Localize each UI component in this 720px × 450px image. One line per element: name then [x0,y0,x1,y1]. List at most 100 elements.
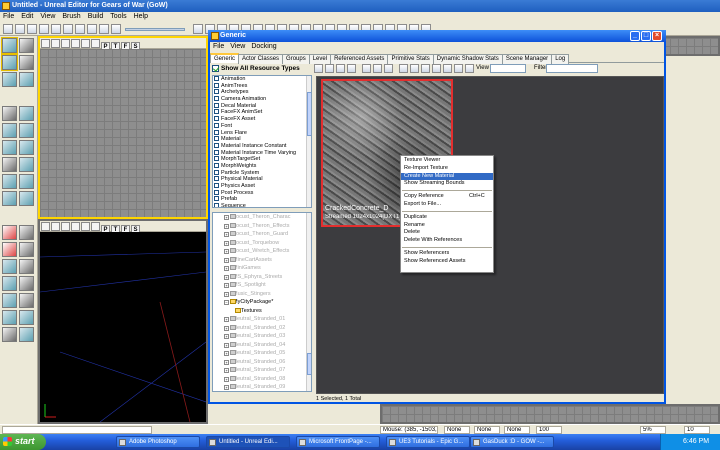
browser-toolbar-button[interactable] [410,64,419,73]
context-item-re-import-texture[interactable]: Re-Import Texture [401,165,493,173]
expand-icon[interactable]: + [224,283,229,288]
tool-button[interactable] [19,123,34,138]
browser-menu-file[interactable]: File [213,43,224,50]
package-item[interactable]: + Neutral_Stranded_04 [213,341,311,350]
resource-type-checkbox[interactable] [214,76,219,81]
resource-type-checkbox[interactable] [214,116,219,122]
resource-type-checkbox[interactable] [214,102,219,108]
viewport-option-button[interactable] [91,39,100,48]
collapse-icon[interactable]: − [224,300,229,305]
tab-dynamic-shadow-stats[interactable]: Dynamic Shadow Stats [432,54,503,64]
resource-type-checkbox[interactable] [214,142,219,148]
menu-item-brush[interactable]: Brush [62,13,80,20]
toolbar-slider[interactable] [125,28,185,31]
expand-icon[interactable]: + [224,334,229,339]
context-item-delete-with-references[interactable]: Delete With References [401,237,493,245]
context-item-duplicate[interactable]: Duplicate [401,214,493,222]
resource-type-item[interactable]: Archetypes [213,89,311,96]
expand-icon[interactable]: + [224,291,229,297]
package-item[interactable]: + Neutral_Stranded_08 [213,375,311,384]
status-field[interactable]: None [504,426,530,434]
context-item-create-new-material[interactable]: Create New Material [401,172,493,181]
status-field[interactable]: None [474,426,500,434]
expand-icon[interactable]: + [224,317,229,322]
tool-button[interactable] [19,293,34,308]
resource-type-item[interactable]: Physical Material [213,176,311,183]
toolbar-button[interactable] [111,24,121,34]
tool-button[interactable] [2,327,17,342]
resource-type-checkbox[interactable] [214,96,219,102]
context-item-show-streaming-bounds[interactable]: Show Streaming Bounds [401,180,493,188]
toolbar-button[interactable] [193,24,203,34]
browser-toolbar-button[interactable] [432,64,441,73]
package-item[interactable]: + MS_Ephyra_Streets [213,273,311,282]
package-item[interactable]: − MyCityPackage* [213,298,311,307]
menu-item-file[interactable]: File [3,13,14,20]
resource-type-item[interactable]: MorphTargetSet [213,156,311,163]
taskbar-button[interactable]: UE3 Tutorials - Epic G... [386,436,470,448]
resource-type-checkbox[interactable] [214,122,219,128]
resource-type-item[interactable]: FaceFX AnimSet [213,109,311,116]
tool-button[interactable] [2,225,17,240]
tool-button[interactable] [19,174,34,189]
package-tree[interactable]: + Locust_Theron_Charac + Locust_Theron_Effe… [212,212,312,392]
browser-toolbar-button[interactable] [336,64,345,73]
resource-type-item[interactable]: Decal Material [213,102,311,110]
toolbar-button[interactable] [3,24,13,34]
viewport-perspective[interactable]: PTFS [38,219,208,424]
resource-type-item[interactable]: Post Process [213,189,311,197]
browser-toolbar-button[interactable] [443,64,452,73]
tool-button[interactable] [1,37,18,54]
toolbar-button[interactable] [87,24,97,34]
tool-button[interactable] [19,140,34,155]
tool-button[interactable] [2,157,17,172]
resource-type-item[interactable]: Animation [213,76,311,83]
tab-level[interactable]: Level [308,54,332,64]
menu-item-build[interactable]: Build [88,13,104,20]
menu-item-help[interactable]: Help [134,13,148,20]
tab-generic[interactable]: Generic [210,53,240,63]
minimize-button[interactable]: _ [630,31,640,41]
tool-button[interactable] [19,72,34,87]
package-item[interactable]: + Neutral_Stranded_05 [213,349,311,358]
viewport-option-button[interactable] [41,39,50,48]
viewport-option-button[interactable] [91,222,100,231]
package-item[interactable]: + Neutral_Stranded_06 [213,358,311,367]
tool-button[interactable] [19,191,34,206]
resource-type-item[interactable]: Prefab [213,196,311,203]
toolbar-button[interactable] [99,24,109,34]
viewport-option-button[interactable] [61,39,70,48]
package-item[interactable]: + MineCartAssets [213,256,311,265]
resource-type-checkbox[interactable] [214,203,219,207]
expand-icon[interactable]: + [224,257,229,263]
package-item[interactable]: + Locust_Theron_Charac [213,213,311,222]
package-item[interactable]: + MiniGames [213,264,311,273]
package-item[interactable]: + Neutral_Stranded_09 [213,383,311,391]
tab-actor-classes[interactable]: Actor Classes [238,54,284,64]
tool-button[interactable] [2,174,17,189]
browser-menu-docking[interactable]: Docking [251,43,276,50]
package-item[interactable]: + Neutral_Stranded_07 [213,366,311,375]
tab-primitive-stats[interactable]: Primitive Stats [387,54,434,64]
filter-input[interactable] [546,64,598,73]
tool-button[interactable] [19,276,34,291]
browser-toolbar-button[interactable] [362,64,371,73]
resource-type-checkbox[interactable] [214,196,219,202]
toolbar-button[interactable] [75,24,85,34]
resource-type-item[interactable]: Physics Asset [213,183,311,190]
context-item-show-referenced-assets[interactable]: Show Referenced Assets [401,258,493,266]
browser-menu-view[interactable]: View [230,43,245,50]
taskbar-button[interactable]: Adobe Photoshop [116,436,200,448]
package-item[interactable]: + Neutral_Stranded_02 [213,324,311,333]
viewport-top[interactable]: PTFS [38,36,208,219]
browser-toolbar-button[interactable] [421,64,430,73]
tab-scene-manager[interactable]: Scene Manager [501,54,553,64]
expand-icon[interactable]: + [224,232,229,237]
context-item-rename[interactable]: Rename [401,222,493,230]
tool-button[interactable] [2,123,17,138]
show-all-checkbox[interactable] [212,65,219,72]
tool-button[interactable] [1,54,18,71]
resource-type-item[interactable]: Material Instance Constant [213,142,311,150]
resource-type-checkbox[interactable] [214,149,219,155]
resource-type-checkbox[interactable] [214,162,219,168]
